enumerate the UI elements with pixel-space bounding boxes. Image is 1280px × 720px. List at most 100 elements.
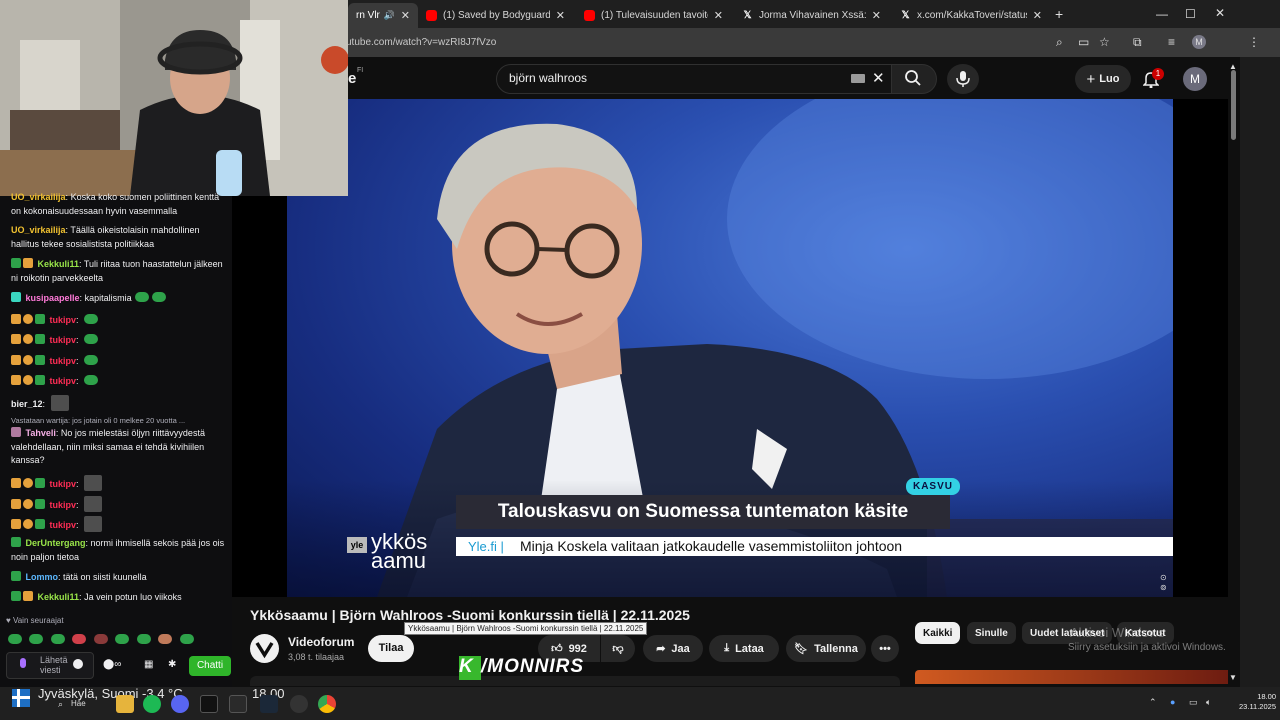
start-icon[interactable] <box>12 689 30 707</box>
search-icon <box>905 70 921 86</box>
close-tab-icon[interactable]: ✕ <box>395 9 410 22</box>
taskbar-search[interactable]: Hae <box>71 699 86 708</box>
emote-icon[interactable] <box>136 634 151 644</box>
media-icon[interactable]: ≡ <box>1168 35 1175 49</box>
volume-icon[interactable]: 🔈︎ <box>1206 697 1211 708</box>
bookmark-star-icon[interactable]: ☆ <box>1099 35 1110 49</box>
save-button[interactable]: 🔖︎ Tallenna <box>786 635 866 662</box>
close-window-icon[interactable]: ✕ <box>1215 6 1225 20</box>
chrome-icon[interactable] <box>318 695 336 713</box>
emote-icon[interactable] <box>93 634 108 644</box>
more-horizontal-icon: ••• <box>879 642 891 655</box>
scrollbar-thumb[interactable] <box>1231 70 1236 140</box>
follower-only-notice: ♥ Vain seuraajat <box>6 616 64 625</box>
emote-icon[interactable] <box>115 634 130 644</box>
obs-icon[interactable] <box>290 695 308 713</box>
search-input[interactable]: björn walhroos <box>509 71 587 85</box>
taskbar-search-icon[interactable]: ⌕ <box>58 699 63 710</box>
clock-date: 23.11.2025 <box>1239 702 1276 711</box>
gift-badge-icon <box>23 258 33 268</box>
chip-all[interactable]: Kaikki <box>915 622 961 644</box>
download-label: Lataa <box>735 642 764 655</box>
chat-message: UO_virkailija: Täällä oikeistolaisin mah… <box>11 225 200 249</box>
gift-icon[interactable]: ▦ <box>144 659 153 670</box>
close-tab-icon[interactable]: ✕ <box>550 9 565 22</box>
emote-icon[interactable] <box>50 634 65 644</box>
tab-4[interactable]: 𝕏 Jorma Vihavainen Xssä: "Björn ✕ <box>734 3 889 28</box>
plus-icon: + <box>1086 70 1096 88</box>
channel-avatar[interactable] <box>250 634 279 663</box>
emote-bar[interactable] <box>8 630 198 646</box>
crown-badge-icon <box>11 375 21 385</box>
emote-picker-icon[interactable] <box>73 659 83 669</box>
scroll-up-icon[interactable]: ▲ <box>1229 60 1237 74</box>
browser-menu-icon[interactable]: ⋮ <box>1248 35 1260 49</box>
microphone-icon[interactable] <box>18 657 28 673</box>
youtube-logo[interactable]: e <box>348 70 356 87</box>
url-field[interactable]: utube.com/watch?v=wzRI8J7fVzo <box>346 37 496 48</box>
tab-label: (1) Tulevaisuuden tavoite | 300 <box>601 10 708 21</box>
emote-icon[interactable] <box>8 634 22 644</box>
gear-icon[interactable]: ✱ <box>168 659 176 670</box>
emote-icon[interactable] <box>72 634 87 644</box>
spotify-icon[interactable] <box>143 695 161 713</box>
notion-icon[interactable] <box>229 695 247 713</box>
tab-active[interactable]: rn Vlr Wahl 🔊 ✕ <box>348 3 418 28</box>
discord-icon[interactable] <box>171 695 189 713</box>
profile-avatar[interactable]: M <box>1192 35 1206 49</box>
tab-2[interactable]: (1) Saved by Bodyguards in Ma ✕ <box>418 3 573 28</box>
ticker-text: Minja Koskela valitaan jatkokaudelle vas… <box>520 538 903 554</box>
tab-label: (1) Saved by Bodyguards in Ma <box>443 10 550 21</box>
tab-5[interactable]: 𝕏 x.com/KakkaToveri/status/1992 ✕ <box>892 3 1050 28</box>
chat-message: tukipv: <box>11 475 226 492</box>
account-avatar[interactable]: M <box>1183 67 1207 91</box>
tray-chevron-icon[interactable]: ⌃ <box>1149 697 1157 708</box>
share-icon: ➦ <box>656 643 666 655</box>
crown-badge-icon <box>11 519 21 529</box>
share-button[interactable]: ➦ Jaa <box>643 635 703 662</box>
new-tab-icon[interactable]: + <box>1055 7 1063 21</box>
close-tab-icon[interactable]: ✕ <box>1027 9 1042 22</box>
emote-icon[interactable] <box>179 634 194 644</box>
channel-points-icon[interactable]: ⬤∞ <box>103 659 121 670</box>
clear-search-icon[interactable]: ✕ <box>872 69 885 87</box>
download-button[interactable]: ⤓ Lataa <box>709 635 779 662</box>
thumbs-up-icon: 👍︎ <box>551 643 563 655</box>
scroll-down-icon[interactable]: ▼ <box>1229 671 1237 685</box>
emote-icon[interactable] <box>29 634 44 644</box>
dislike-button[interactable]: 👎︎ <box>601 635 635 662</box>
video-overlay-icons[interactable]: ⊙ ⊚ <box>1160 573 1167 593</box>
create-button[interactable]: + Luo <box>1075 65 1131 93</box>
chat-message: tukipv: <box>11 375 226 389</box>
x-app-icon[interactable] <box>200 695 218 713</box>
network-icon[interactable]: ▭ <box>1189 697 1198 708</box>
file-explorer-icon[interactable] <box>116 695 134 713</box>
more-actions-button[interactable]: ••• <box>871 635 899 662</box>
close-tab-icon[interactable]: ✕ <box>708 9 723 22</box>
steam-icon[interactable] <box>260 695 278 713</box>
crown-badge-icon <box>11 478 21 488</box>
minimize-icon[interactable]: — <box>1156 7 1168 21</box>
cast-icon[interactable]: ▭ <box>1078 35 1089 49</box>
windows-activation-text: Siirry asetuksiin ja aktivoi Windows. <box>1068 642 1226 653</box>
keyboard-icon[interactable] <box>851 74 865 83</box>
chat-message: tukipv: <box>11 516 226 533</box>
tab-label: Jorma Vihavainen Xssä: "Björn <box>759 10 866 21</box>
zoom-icon[interactable]: ⌕ <box>1056 35 1063 49</box>
emote-icon[interactable] <box>158 634 173 644</box>
channel-name[interactable]: Videoforum <box>288 635 354 649</box>
send-chat-button[interactable]: Chatti <box>189 656 231 676</box>
page-scrollbar[interactable] <box>1228 57 1240 687</box>
like-count: 992 <box>568 642 587 655</box>
tab-3[interactable]: (1) Tulevaisuuden tavoite | 300 ✕ <box>576 3 731 28</box>
chip-for-you[interactable]: Sinulle <box>967 622 1016 644</box>
system-clock[interactable]: 18.00 23.11.2025 <box>1226 692 1276 712</box>
recommended-thumbnail[interactable] <box>915 670 1240 684</box>
extensions-icon[interactable]: ⧉ <box>1133 35 1142 49</box>
tray-mic-icon[interactable]: ● <box>1170 697 1175 707</box>
speaker-icon[interactable]: 🔊 <box>384 10 395 21</box>
maximize-icon[interactable]: ☐ <box>1185 7 1196 21</box>
chat-message: tukipv: <box>11 314 226 328</box>
subscribe-button[interactable]: Tilaa <box>368 635 414 662</box>
close-tab-icon[interactable]: ✕ <box>866 9 881 22</box>
